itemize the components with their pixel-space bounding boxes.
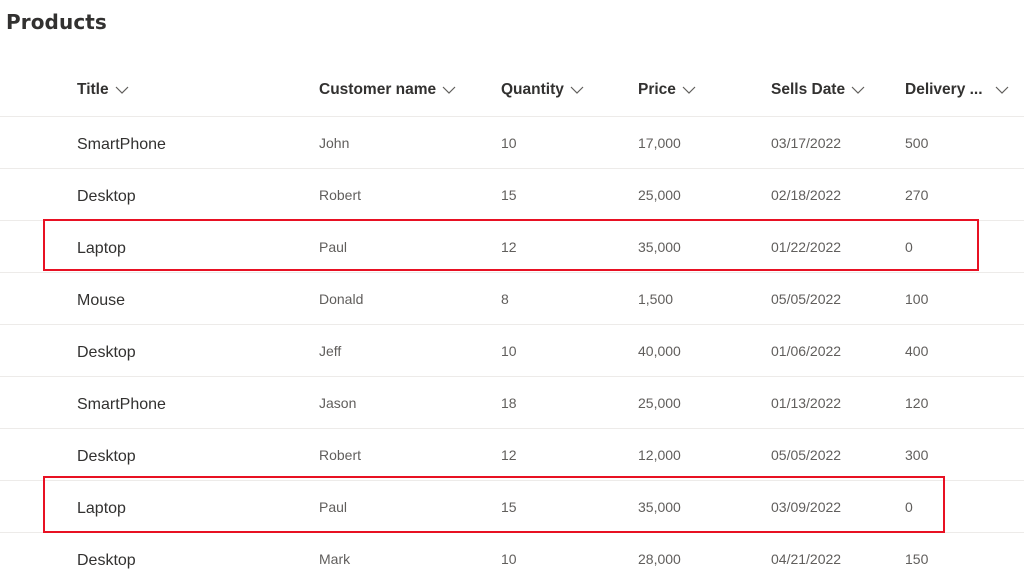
cell-price: 40,000 — [638, 342, 681, 359]
cell-sells-date: 03/09/2022 — [771, 498, 842, 515]
chevron-down-icon — [851, 85, 865, 95]
column-header-label: Customer name — [319, 81, 437, 98]
column-header-title[interactable]: Title — [77, 64, 129, 116]
cell-quantity: 15 — [501, 186, 517, 203]
table-row[interactable]: SmartPhone Jason 18 25,000 01/13/2022 12… — [0, 377, 1024, 429]
cell-sells-date: 05/05/2022 — [771, 446, 842, 463]
cell-customer-name: Mark — [319, 550, 351, 567]
cell-title: SmartPhone — [77, 135, 166, 153]
column-header-price[interactable]: Price — [638, 64, 696, 116]
cell-quantity: 10 — [501, 342, 517, 359]
table-row[interactable]: Laptop Paul 12 35,000 01/22/2022 0 — [0, 221, 1024, 273]
cell-sells-date: 02/18/2022 — [771, 186, 842, 203]
cell-delivery: 100 — [905, 290, 929, 307]
page-title: Products — [6, 10, 107, 34]
cell-price: 17,000 — [638, 134, 681, 151]
column-header-quantity[interactable]: Quantity — [501, 64, 584, 116]
column-header-sells-date[interactable]: Sells Date — [771, 64, 865, 116]
cell-price: 35,000 — [638, 238, 681, 255]
cell-customer-name: Jason — [319, 394, 357, 411]
cell-customer-name: John — [319, 134, 350, 151]
cell-title: Mouse — [77, 291, 126, 309]
table-row[interactable]: Desktop Robert 12 12,000 05/05/2022 300 — [0, 429, 1024, 481]
column-header-label: Title — [77, 81, 109, 98]
cell-delivery: 400 — [905, 342, 929, 359]
cell-customer-name: Paul — [319, 238, 348, 255]
cell-customer-name: Paul — [319, 498, 348, 515]
column-header-row: Title Customer name Quantity Price Sells… — [0, 64, 1024, 117]
column-header-customer-name[interactable]: Customer name — [319, 64, 456, 116]
cell-customer-name: Robert — [319, 186, 362, 203]
cell-title: Laptop — [77, 499, 126, 517]
cell-customer-name: Jeff — [319, 342, 342, 359]
column-header-label: Delivery ... — [905, 81, 983, 98]
table-row[interactable]: SmartPhone John 10 17,000 03/17/2022 500 — [0, 117, 1024, 169]
table-row[interactable]: Laptop Paul 15 35,000 03/09/2022 0 — [0, 481, 1024, 533]
cell-sells-date: 04/21/2022 — [771, 550, 842, 567]
cell-sells-date: 01/06/2022 — [771, 342, 842, 359]
cell-quantity: 12 — [501, 238, 517, 255]
table-row[interactable]: Desktop Mark 10 28,000 04/21/2022 150 — [0, 533, 1024, 575]
cell-title: Desktop — [77, 343, 136, 361]
chevron-down-icon — [115, 85, 129, 95]
cell-price: 1,500 — [638, 290, 674, 307]
cell-price: 25,000 — [638, 394, 681, 411]
cell-quantity: 18 — [501, 394, 517, 411]
cell-delivery: 0 — [905, 238, 913, 255]
cell-title: SmartPhone — [77, 395, 166, 413]
cell-sells-date: 01/13/2022 — [771, 394, 842, 411]
cell-price: 12,000 — [638, 446, 681, 463]
chevron-down-icon — [995, 85, 1009, 95]
table-row[interactable]: Desktop Jeff 10 40,000 01/06/2022 400 — [0, 325, 1024, 377]
cell-title: Desktop — [77, 187, 136, 205]
cell-price: 28,000 — [638, 550, 681, 567]
cell-title: Desktop — [77, 447, 136, 465]
cell-title: Laptop — [77, 239, 126, 257]
cell-delivery: 500 — [905, 134, 929, 151]
cell-quantity: 10 — [501, 134, 517, 151]
column-header-label: Quantity — [501, 81, 564, 98]
chevron-down-icon — [442, 85, 456, 95]
chevron-down-icon — [570, 85, 584, 95]
column-header-delivery[interactable]: Delivery ... — [905, 64, 1009, 116]
cell-quantity: 12 — [501, 446, 517, 463]
cell-title: Desktop — [77, 551, 136, 569]
cell-price: 25,000 — [638, 186, 681, 203]
cell-customer-name: Donald — [319, 290, 364, 307]
cell-quantity: 10 — [501, 550, 517, 567]
cell-delivery: 120 — [905, 394, 929, 411]
cell-quantity: 15 — [501, 498, 517, 515]
cell-delivery: 300 — [905, 446, 929, 463]
chevron-down-icon — [682, 85, 696, 95]
cell-delivery: 270 — [905, 186, 929, 203]
cell-sells-date: 01/22/2022 — [771, 238, 842, 255]
cell-delivery: 150 — [905, 550, 929, 567]
cell-sells-date: 05/05/2022 — [771, 290, 842, 307]
table-row[interactable]: Desktop Robert 15 25,000 02/18/2022 270 — [0, 169, 1024, 221]
cell-delivery: 0 — [905, 498, 913, 515]
cell-sells-date: 03/17/2022 — [771, 134, 842, 151]
products-list: Title Customer name Quantity Price Sells… — [0, 64, 1024, 575]
column-header-label: Price — [638, 81, 676, 98]
page: Products Title Customer name Quantity Pr… — [0, 0, 1024, 575]
cell-customer-name: Robert — [319, 446, 362, 463]
column-header-label: Sells Date — [771, 81, 846, 98]
cell-price: 35,000 — [638, 498, 681, 515]
table-row[interactable]: Mouse Donald 8 1,500 05/05/2022 100 — [0, 273, 1024, 325]
cell-quantity: 8 — [501, 290, 509, 307]
